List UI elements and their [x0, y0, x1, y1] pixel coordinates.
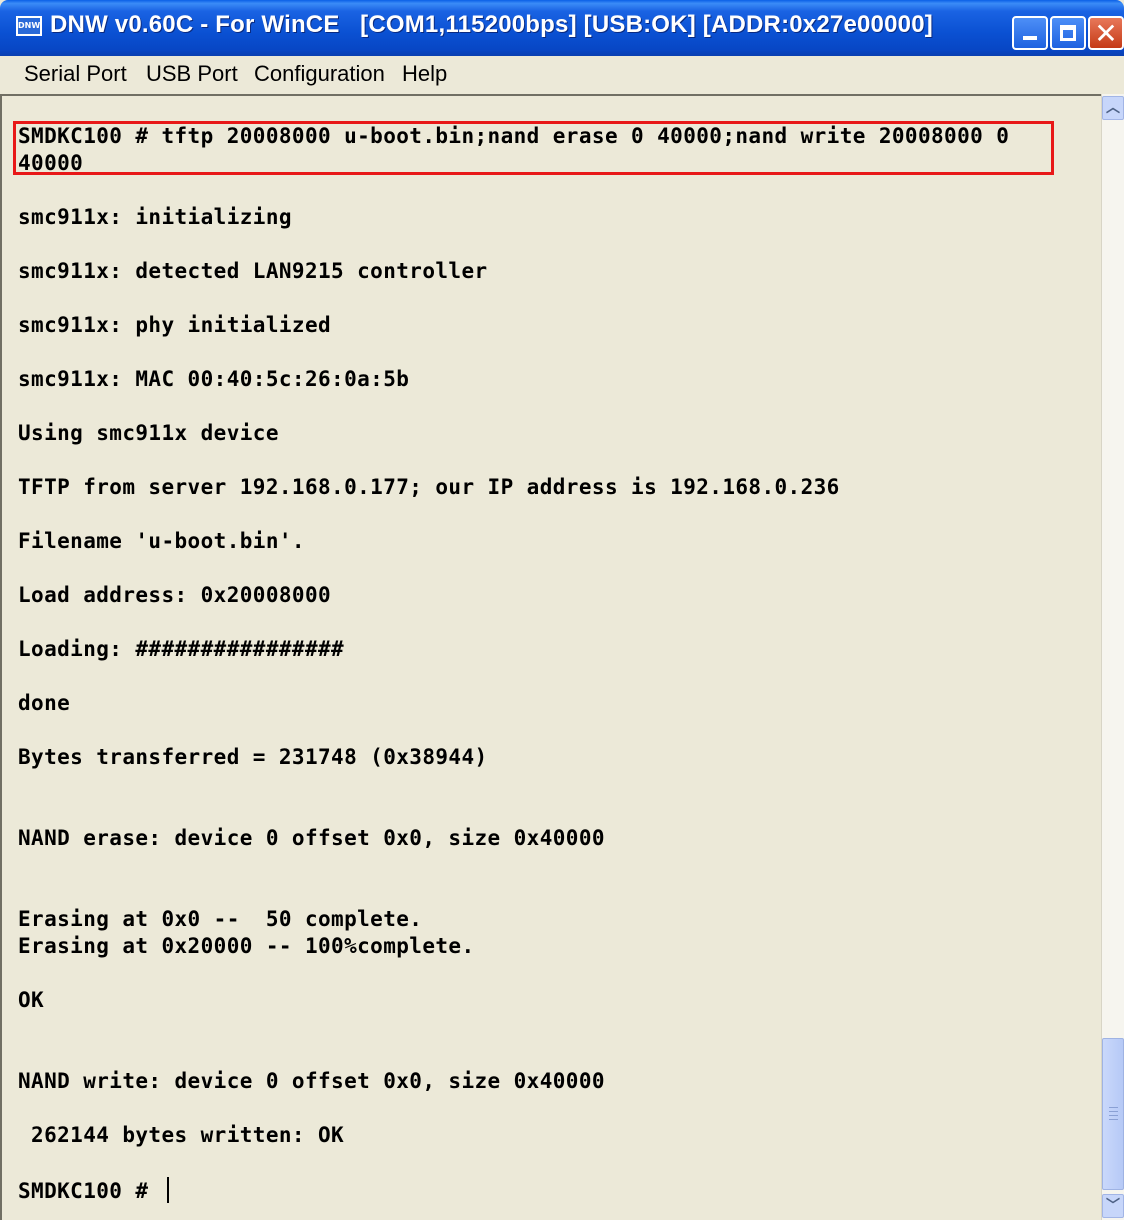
menu-configuration[interactable]: Configuration: [252, 61, 387, 89]
terminal-line: Using smc911x device: [18, 421, 279, 445]
terminal-line: Bytes transferred = 231748 (0x38944): [18, 745, 488, 769]
app-icon[interactable]: DNW: [16, 16, 42, 36]
terminal-line: smc911x: initializing: [18, 205, 292, 229]
terminal-output[interactable]: SMDKC100 # tftp 20008000 u-boot.bin;nand…: [4, 100, 1099, 1220]
grip-line: [1109, 1119, 1118, 1120]
terminal-line: Erasing at 0x20000 -- 100%complete.: [18, 934, 475, 958]
terminal-line: 262144 bytes written: OK: [18, 1123, 345, 1147]
terminal-line: Load address: 0x20008000: [18, 583, 332, 607]
minimize-button[interactable]: [1012, 16, 1048, 50]
scroll-down-button[interactable]: ﹀: [1102, 1194, 1124, 1218]
terminal-line: smc911x: phy initialized: [18, 313, 332, 337]
command-highlight-box: [13, 121, 1054, 175]
terminal-line: OK: [18, 988, 45, 1012]
terminal-line: smc911x: detected LAN9215 controller: [18, 259, 488, 283]
title-bar[interactable]: DNW DNW v0.60C - For WinCE [COM1,115200b…: [0, 0, 1124, 56]
terminal-line: smc911x: MAC 00:40:5c:26:0a:5b: [18, 367, 410, 391]
grip-line: [1109, 1107, 1118, 1108]
terminal-area[interactable]: SMDKC100 # tftp 20008000 u-boot.bin;nand…: [0, 94, 1101, 1220]
grip-line: [1109, 1115, 1118, 1116]
terminal-line: done: [18, 691, 71, 715]
vertical-scrollbar[interactable]: ︿ ﹀: [1101, 94, 1124, 1220]
scroll-up-button[interactable]: ︿: [1102, 96, 1124, 120]
terminal-line: Filename 'u-boot.bin'.: [18, 529, 305, 553]
prompt-text: SMDKC100 #: [18, 1179, 162, 1203]
terminal-line: Loading: ################: [18, 637, 345, 661]
chevron-up-icon: ︿: [1106, 100, 1120, 116]
window-title: DNW v0.60C - For WinCE [COM1,115200bps] …: [50, 11, 933, 38]
terminal-line: Erasing at 0x0 -- 50 complete.: [18, 907, 423, 931]
terminal-line: NAND write: device 0 offset 0x0, size 0x…: [18, 1069, 605, 1093]
menu-usb-port[interactable]: USB Port: [144, 61, 240, 89]
menu-bar: Serial Port USB Port Configuration Help: [0, 56, 1124, 95]
grip-line: [1109, 1111, 1118, 1112]
maximize-button[interactable]: [1050, 16, 1086, 50]
close-icon: ✕: [1094, 17, 1118, 50]
terminal-line: TFTP from server 192.168.0.177; our IP a…: [18, 475, 840, 499]
terminal-line: NAND erase: device 0 offset 0x0, size 0x…: [18, 826, 605, 850]
text-cursor: [167, 1177, 170, 1203]
menu-serial-port[interactable]: Serial Port: [22, 61, 129, 89]
menu-help[interactable]: Help: [400, 61, 449, 89]
chevron-down-icon: ﹀: [1106, 1198, 1120, 1214]
close-button[interactable]: ✕: [1088, 16, 1124, 50]
scroll-thumb[interactable]: [1102, 1038, 1124, 1190]
dnw-window: DNW DNW v0.60C - For WinCE [COM1,115200b…: [0, 0, 1124, 1220]
terminal-prompt-line: SMDKC100 #: [18, 1177, 170, 1203]
